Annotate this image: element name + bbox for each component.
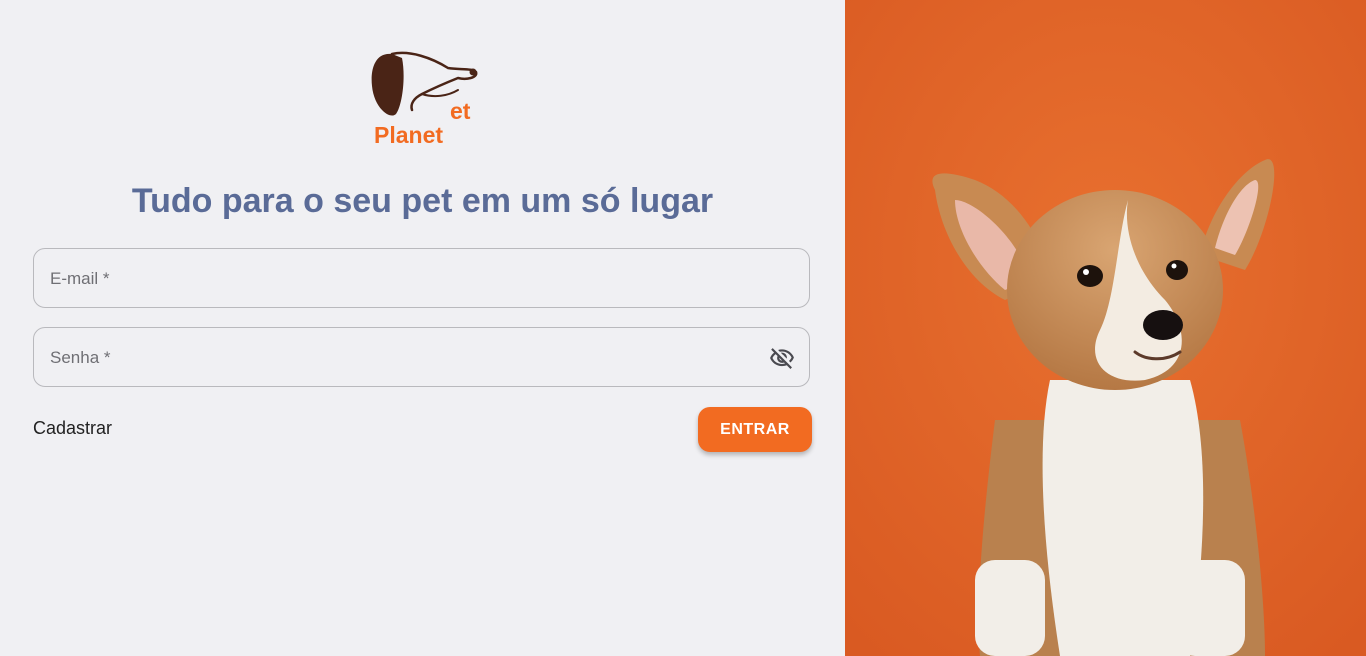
hero-image: [845, 0, 1366, 656]
email-field[interactable]: [33, 248, 810, 309]
corgi-puppy-photo: [845, 0, 1366, 656]
login-button[interactable]: ENTRAR: [698, 407, 812, 452]
pet-planet-logo: et Planet: [362, 48, 486, 152]
password-field[interactable]: [33, 327, 810, 388]
password-input[interactable]: [48, 328, 752, 388]
page-title: Tudo para o seu pet em um só lugar: [131, 182, 714, 220]
register-link[interactable]: Cadastrar: [33, 418, 112, 439]
eye-off-icon[interactable]: [769, 345, 795, 371]
login-panel: et Planet Tudo para o seu pet em um só l…: [0, 0, 845, 656]
email-input[interactable]: [48, 249, 752, 309]
login-page: et Planet Tudo para o seu pet em um só l…: [0, 0, 1366, 656]
logo-wordmark: Planet: [374, 122, 444, 148]
logo-et-text: et: [450, 98, 471, 124]
